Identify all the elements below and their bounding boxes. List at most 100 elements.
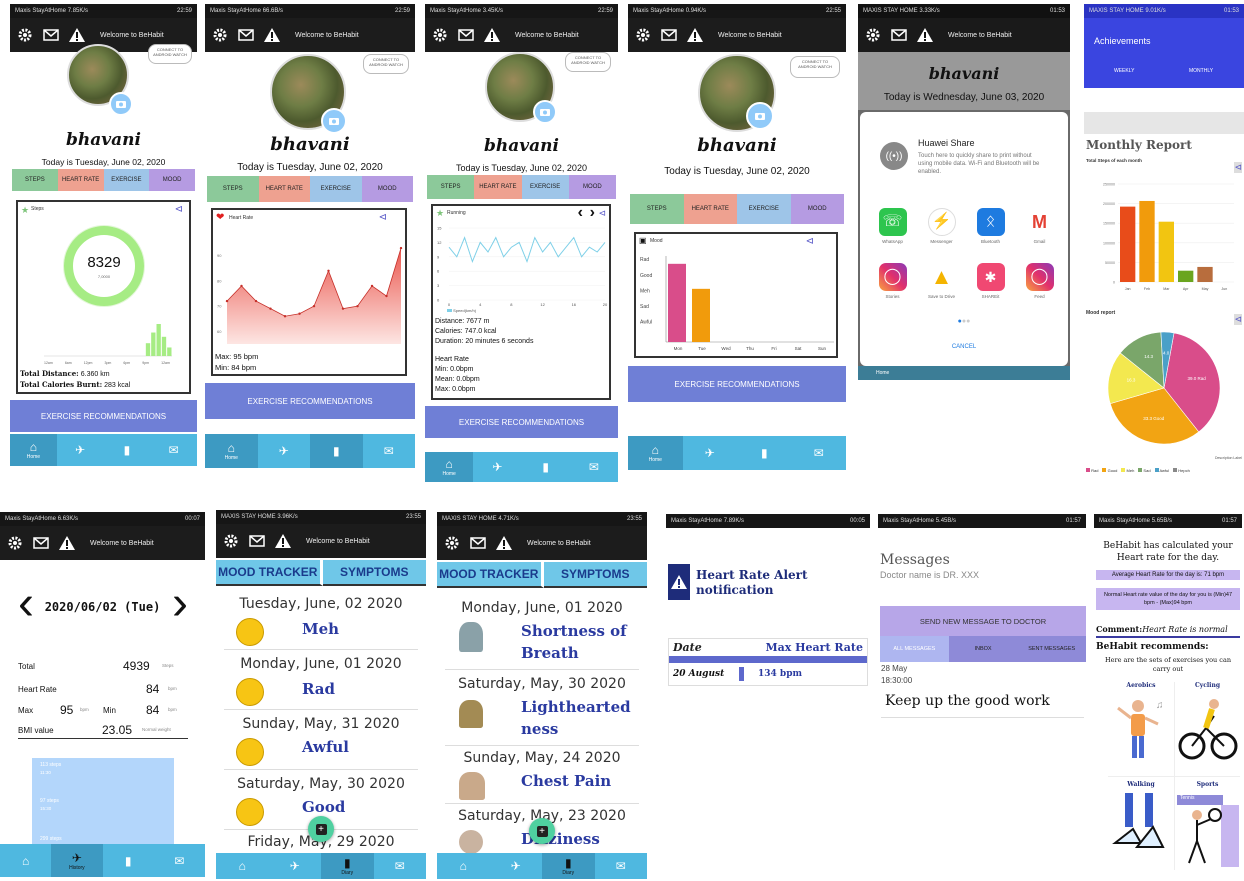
nav-diary[interactable]: ▮ xyxy=(737,436,792,470)
connect-watch-bubble[interactable]: CONNECT TO ANDROID WATCH xyxy=(363,54,409,74)
send-message-button[interactable]: SEND NEW MESSAGE TO DOCTOR xyxy=(880,606,1086,636)
nav-messages[interactable]: ✉ xyxy=(363,434,416,468)
nav-history[interactable]: ✈ xyxy=(269,853,322,879)
tab-symptoms[interactable]: SYMPTOMS xyxy=(322,560,426,586)
exercise-aerobics[interactable]: Aerobics ♫ xyxy=(1108,682,1174,776)
share-app[interactable]: M Gmail xyxy=(1015,204,1064,258)
nav-diary[interactable]: ▮ Diary xyxy=(321,853,374,879)
tab-exercise[interactable]: EXERCISE xyxy=(737,194,791,224)
tab-mood[interactable]: MOOD xyxy=(361,176,413,202)
share-icon[interactable]: ⊲ xyxy=(175,204,183,215)
gear-icon[interactable] xyxy=(211,27,229,43)
tab-inbox[interactable]: INBOX xyxy=(949,636,1018,662)
nav-diary[interactable]: ▮ xyxy=(104,434,151,466)
symptom-row[interactable]: Sunday, May, 24 2020 Chest Pain xyxy=(445,748,639,804)
huawei-share-icon[interactable]: ((•)) xyxy=(880,142,908,170)
camera-icon[interactable] xyxy=(321,108,347,134)
tab-heart-rate[interactable]: HEART RATE xyxy=(258,176,310,202)
nav-messages[interactable]: ✉ xyxy=(570,452,618,482)
message-text[interactable]: Keep up the good work xyxy=(881,690,1084,718)
mail-icon[interactable] xyxy=(469,535,487,551)
nav-home[interactable]: ⌂ Home xyxy=(205,434,258,468)
warning-icon[interactable] xyxy=(495,535,513,551)
share-app[interactable]: ▲ Save to Drive xyxy=(917,259,966,313)
nav-messages[interactable]: ✉ xyxy=(595,853,648,879)
nav-history[interactable]: ✈ xyxy=(57,434,104,466)
nav-history[interactable]: ✈ xyxy=(473,452,521,482)
gear-icon[interactable] xyxy=(431,27,449,43)
gear-icon[interactable] xyxy=(634,27,652,43)
tab-mood-tracker[interactable]: MOOD TRACKER xyxy=(437,562,544,588)
exercise-sports[interactable]: Sports Tennis xyxy=(1174,776,1240,870)
mail-icon[interactable] xyxy=(237,27,255,43)
nav-home[interactable]: ⌂ Home xyxy=(10,434,57,466)
tab-sent-messages[interactable]: SENT MESSAGES xyxy=(1017,636,1086,662)
mood-row[interactable]: Tuesday, June, 02 2020 Meh xyxy=(224,594,418,650)
sports-tab[interactable]: Tennis xyxy=(1177,795,1223,805)
warning-icon[interactable] xyxy=(916,27,934,43)
prev-arrow-icon[interactable]: ‹ xyxy=(578,204,583,222)
nav-history[interactable]: ✈ xyxy=(683,436,738,470)
mail-icon[interactable] xyxy=(457,27,475,43)
prev-day-icon[interactable]: ‹ xyxy=(18,580,34,628)
tab-heart-rate[interactable]: HEART RATE xyxy=(474,175,522,199)
exercise-recommendations-button[interactable]: EXERCISE RECOMMENDATIONS xyxy=(10,400,197,432)
tab-steps[interactable]: STEPS xyxy=(207,176,259,202)
camera-icon[interactable] xyxy=(533,100,557,124)
share-app[interactable]: ✱ SHAREit xyxy=(966,259,1015,313)
warning-icon[interactable] xyxy=(58,535,76,551)
mail-icon[interactable] xyxy=(660,27,678,43)
nav-home[interactable]: ⌂ Home xyxy=(628,436,683,470)
exercise-walking[interactable]: Walking xyxy=(1108,776,1174,870)
warning-icon[interactable] xyxy=(68,27,86,43)
gear-icon[interactable] xyxy=(864,27,882,43)
connect-watch-bubble[interactable]: CONNECT TO ANDROID WATCH xyxy=(565,52,611,72)
share-app[interactable]: ◯ Feed xyxy=(1015,259,1064,313)
mood-row[interactable]: Monday, June, 01 2020 Rad xyxy=(224,652,418,710)
share-icon[interactable]: ⊲ xyxy=(1234,162,1242,173)
gear-icon[interactable] xyxy=(16,27,34,43)
share-icon[interactable]: ⊲ xyxy=(598,208,606,219)
share-app[interactable]: ☏ WhatsApp xyxy=(868,204,917,258)
exercise-recommendations-button[interactable]: EXERCISE RECOMMENDATIONS xyxy=(628,366,846,402)
tab-all-messages[interactable]: ALL MESSAGES xyxy=(880,636,949,662)
nav-home[interactable]: ⌂ xyxy=(216,853,269,879)
tab-heart-rate[interactable]: HEART RATE xyxy=(57,169,104,191)
nav-messages[interactable]: ✉ xyxy=(150,434,197,466)
camera-icon[interactable] xyxy=(746,102,774,130)
nav-history[interactable]: ✈ xyxy=(490,853,543,879)
nav-diary[interactable]: ▮ xyxy=(310,434,363,468)
nav-messages[interactable]: ✉ xyxy=(792,436,847,470)
mail-icon[interactable] xyxy=(890,27,908,43)
mail-icon[interactable] xyxy=(248,533,266,549)
tab-steps[interactable]: STEPS xyxy=(630,194,684,224)
gear-icon[interactable] xyxy=(222,533,240,549)
tab-heart-rate[interactable]: HEART RATE xyxy=(683,194,737,224)
nav-home[interactable]: ⌂ xyxy=(0,844,51,877)
cancel-button[interactable]: CANCEL xyxy=(860,344,1068,350)
gear-icon[interactable] xyxy=(443,535,461,551)
mail-icon[interactable] xyxy=(42,27,60,43)
next-arrow-icon[interactable]: › xyxy=(590,204,595,222)
tab-steps[interactable]: STEPS xyxy=(427,175,475,199)
nav-diary[interactable]: ▮ xyxy=(522,452,570,482)
connect-watch-bubble[interactable]: CONNECT TO ANDROID WATCH xyxy=(148,44,192,64)
tab-exercise[interactable]: EXERCISE xyxy=(103,169,150,191)
warning-icon[interactable] xyxy=(483,27,501,43)
tab-symptoms[interactable]: SYMPTOMS xyxy=(543,562,647,588)
tab-mood[interactable]: MOOD xyxy=(568,175,616,199)
mood-row[interactable]: Sunday, May, 31 2020 Awful xyxy=(224,712,418,770)
share-app[interactable]: ⚡ Messenger xyxy=(917,204,966,258)
exercise-cycling[interactable]: Cycling xyxy=(1174,682,1240,776)
camera-icon[interactable] xyxy=(109,92,133,116)
tab-mood[interactable]: MOOD xyxy=(149,169,195,191)
nav-history[interactable]: ✈ xyxy=(258,434,311,468)
add-entry-button[interactable]: + xyxy=(308,816,334,842)
nav-history[interactable]: ✈ History xyxy=(51,844,103,877)
exercise-recommendations-button[interactable]: EXERCISE RECOMMENDATIONS xyxy=(425,406,618,438)
symptom-row[interactable]: Monday, June, 01 2020 Shortness of Breat… xyxy=(445,598,639,670)
tab-weekly[interactable]: WEEKLY xyxy=(1114,68,1134,74)
nav-messages[interactable]: ✉ xyxy=(154,844,205,877)
warning-icon[interactable] xyxy=(263,27,281,43)
tab-steps[interactable]: STEPS xyxy=(12,169,58,191)
